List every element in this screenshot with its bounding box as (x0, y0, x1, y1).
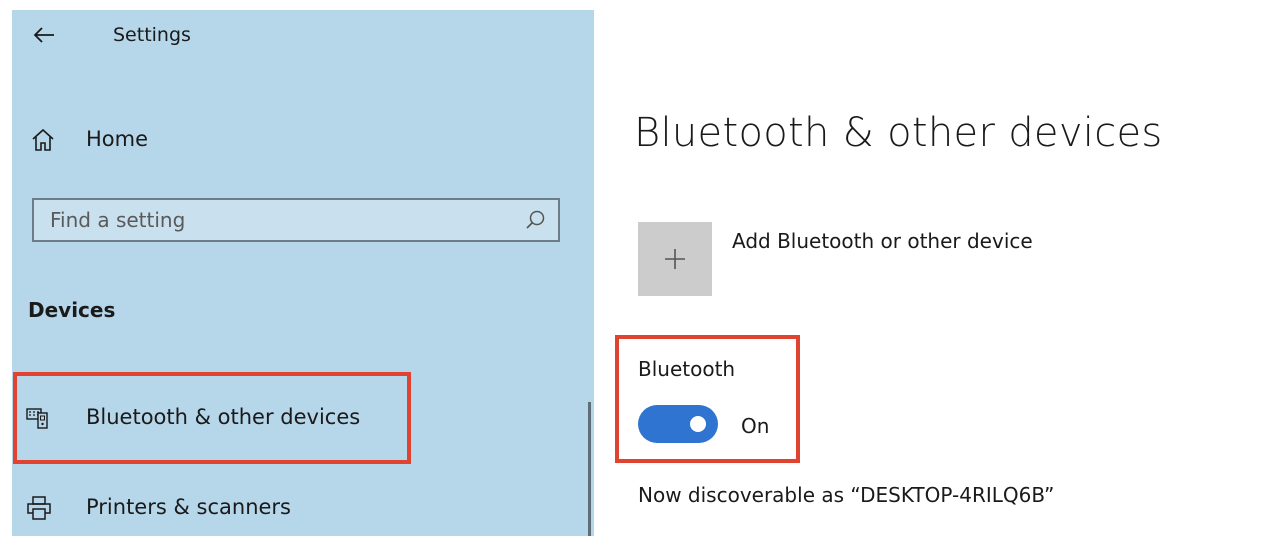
sidebar-scrollbar[interactable] (588, 402, 591, 536)
app-title: Settings (113, 24, 191, 46)
sidebar: Settings Home Devices Bluetoo (12, 10, 594, 536)
page-title: Bluetooth & other devices (634, 110, 1163, 156)
sidebar-item-printers[interactable]: Printers & scanners (12, 482, 594, 534)
add-device-button[interactable] (638, 222, 712, 296)
nav-home-label: Home (86, 127, 149, 151)
highlight-box-bluetooth (615, 335, 800, 463)
highlight-box-nav (13, 372, 411, 464)
discoverable-text: Now discoverable as “DESKTOP-4RILQ6B” (638, 483, 1055, 507)
main-content: Bluetooth & other devices Add Bluetooth … (594, 10, 1262, 536)
back-arrow-icon (33, 27, 54, 43)
search-input[interactable] (34, 201, 510, 239)
top-strip (0, 0, 1262, 10)
sidebar-item-label: Printers & scanners (86, 495, 291, 519)
nav-home[interactable]: Home (12, 115, 594, 163)
home-icon (32, 128, 54, 151)
search-box (32, 198, 560, 242)
search-icon[interactable] (524, 209, 546, 231)
section-heading-devices: Devices (28, 298, 116, 322)
settings-window: Settings Home Devices Bluetoo (0, 0, 1262, 536)
add-device-label[interactable]: Add Bluetooth or other device (732, 229, 1033, 253)
title-bar: Settings (12, 10, 594, 60)
printer-icon (27, 496, 51, 520)
back-button[interactable] (26, 20, 62, 50)
plus-icon (665, 249, 685, 269)
